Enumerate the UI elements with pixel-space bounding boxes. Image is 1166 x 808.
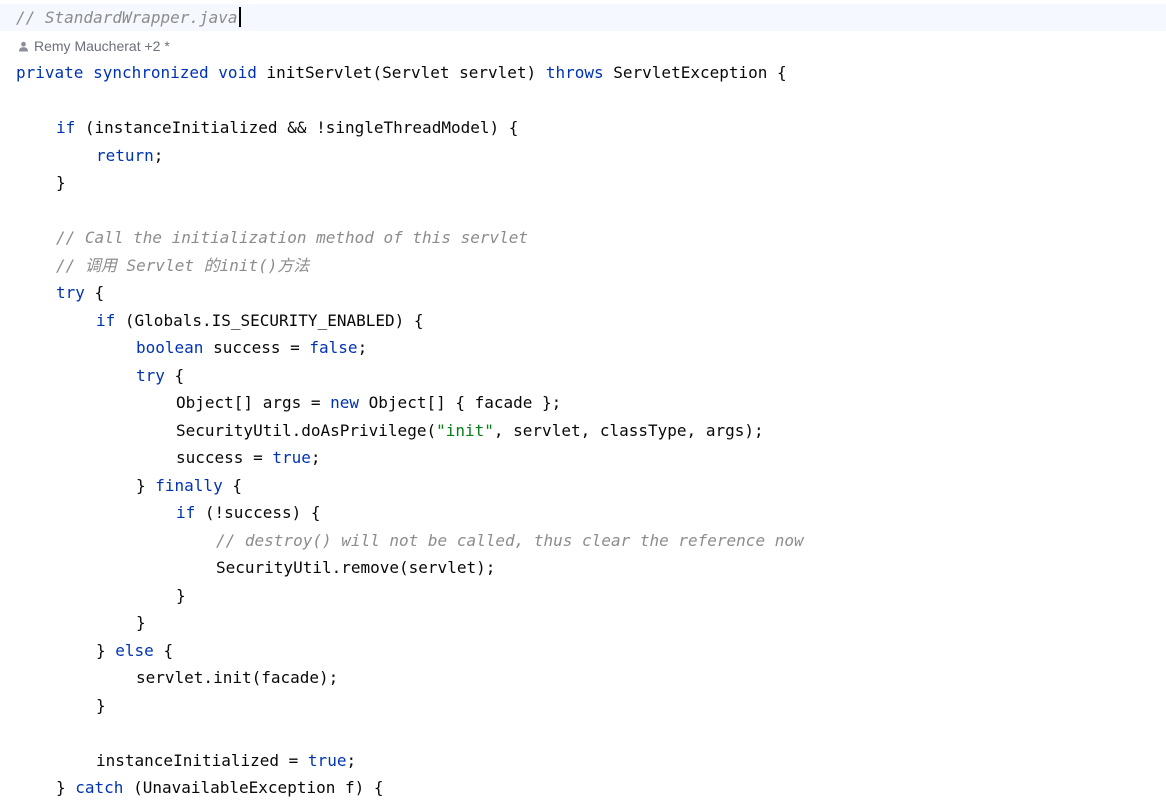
code-token: true	[272, 448, 311, 467]
code-token: ;	[346, 750, 357, 770]
code-token: {	[174, 365, 185, 385]
code-token: return	[96, 145, 154, 165]
code-token: (!success) {	[204, 503, 321, 522]
code-token: SecurityUtil.remove(servlet);	[216, 558, 496, 577]
text-caret	[238, 7, 241, 27]
code-token: }	[176, 585, 186, 605]
code-line[interactable]: }	[176, 582, 186, 610]
code-line[interactable]: instanceInitialized = true;	[96, 747, 356, 775]
code-line[interactable]: // Call the initialization method of thi…	[56, 224, 528, 252]
code-token: {	[163, 640, 174, 660]
code-token: {	[232, 475, 242, 495]
code-line[interactable]: try {	[136, 362, 184, 390]
code-line[interactable]: private synchronized void initServlet(Se…	[16, 59, 787, 87]
code-token: // destroy() will not be called, thus cl…	[216, 530, 804, 550]
code-token: ;	[153, 145, 164, 165]
code-token: {	[94, 283, 105, 302]
code-line[interactable]: if (Globals.IS_SECURITY_ENABLED) {	[96, 307, 424, 335]
code-line[interactable]: return;	[96, 142, 163, 170]
author-name: Remy Maucherat +2 *	[34, 38, 170, 54]
code-token: (Globals.IS_SECURITY_ENABLED) {	[124, 310, 424, 330]
code-token: }	[136, 475, 156, 495]
code-token: Object[] { facade };	[368, 393, 562, 412]
code-token: ;	[357, 338, 368, 357]
code-line[interactable]: } finally {	[136, 472, 242, 500]
code-line[interactable]: } else {	[96, 637, 173, 665]
code-token: success =	[176, 448, 273, 467]
code-line[interactable]: }	[96, 692, 106, 720]
code-token: success =	[213, 338, 310, 357]
code-token: SecurityUtil.doAsPrivilege(	[176, 420, 437, 440]
code-line[interactable]: }	[56, 169, 66, 197]
code-token: finally	[155, 475, 233, 495]
code-token: ;	[310, 448, 321, 467]
code-token: }	[56, 778, 76, 797]
code-token: }	[56, 173, 66, 192]
code-token: false	[309, 338, 358, 357]
file-comment-line[interactable]: // StandardWrapper.java	[16, 4, 241, 32]
code-token: if	[176, 503, 205, 522]
code-line[interactable]: servlet.init(facade);	[136, 664, 338, 692]
file-comment: // StandardWrapper.java	[16, 8, 238, 27]
code-token: "init"	[436, 420, 494, 440]
code-token: if	[56, 118, 85, 137]
code-line[interactable]: // 调用 Servlet 的init()方法	[56, 252, 309, 280]
code-token: (UnavailableException f) {	[133, 778, 384, 797]
code-token: private	[16, 63, 94, 82]
code-token: }	[96, 695, 106, 715]
code-token: instanceInitialized =	[96, 750, 308, 770]
code-token: void	[218, 63, 267, 82]
code-token: boolean	[136, 338, 214, 357]
code-token: else	[115, 640, 164, 660]
code-token: if	[96, 310, 125, 330]
code-token: try	[56, 283, 95, 302]
code-token: , servlet, classType, args);	[493, 420, 764, 440]
code-line[interactable]: }	[136, 609, 146, 637]
code-token: throws	[545, 63, 614, 82]
code-line[interactable]: // destroy() will not be called, thus cl…	[216, 527, 804, 555]
code-token: new	[330, 393, 369, 412]
code-line[interactable]: try {	[56, 279, 104, 307]
code-token: // Call the initialization method of thi…	[56, 228, 529, 247]
code-line[interactable]: if (!success) {	[176, 499, 321, 527]
code-line[interactable]: boolean success = false;	[136, 334, 367, 362]
code-line[interactable]: if (instanceInitialized && !singleThread…	[56, 114, 518, 142]
code-token: }	[96, 640, 116, 660]
code-line[interactable]: SecurityUtil.remove(servlet);	[216, 554, 495, 582]
code-editor[interactable]: // StandardWrapper.java Remy Maucherat +…	[0, 0, 1166, 808]
code-token: initServlet(Servlet servlet)	[266, 63, 546, 82]
code-line[interactable]: } catch (UnavailableException f) {	[56, 774, 384, 802]
code-token: try	[136, 365, 175, 385]
code-token: }	[136, 613, 146, 632]
code-token: synchronized	[93, 63, 219, 82]
code-line[interactable]: Object[] args = new Object[] { facade };	[176, 389, 561, 417]
code-line[interactable]: SecurityUtil.doAsPrivilege("init", servl…	[176, 417, 764, 445]
code-token: (instanceInitialized && !singleThreadMod…	[84, 118, 519, 137]
code-line[interactable]: success = true;	[176, 444, 321, 472]
code-token: servlet.init(facade);	[136, 668, 339, 687]
code-token: catch	[75, 778, 134, 797]
person-icon	[19, 41, 28, 51]
code-token: true	[307, 750, 347, 770]
code-token: Object[] args =	[176, 393, 331, 412]
code-token: // 调用 Servlet 的init()方法	[56, 255, 310, 275]
code-token: ServletException {	[613, 63, 787, 82]
author-inlay-hint[interactable]: Remy Maucherat +2 *	[18, 36, 170, 56]
